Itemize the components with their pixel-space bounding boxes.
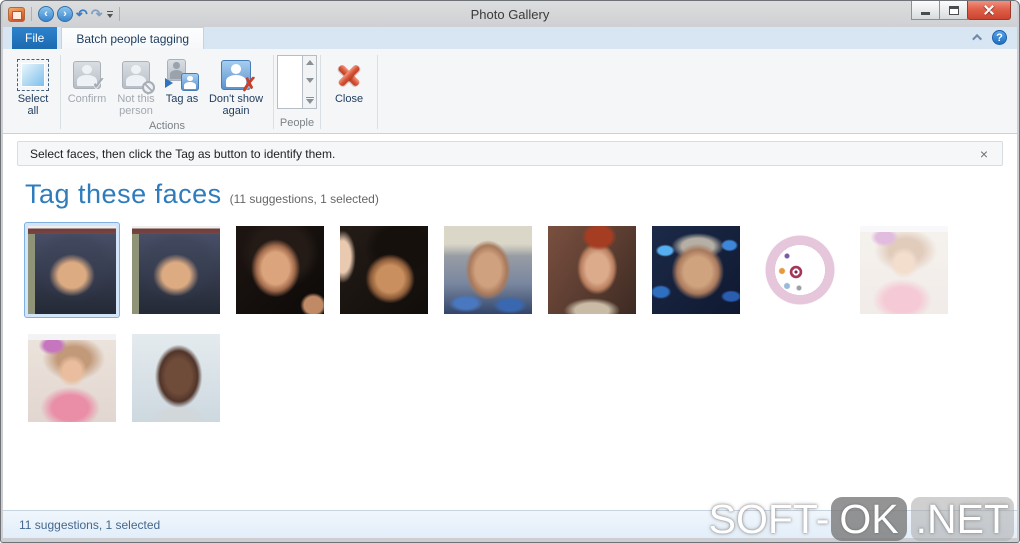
people-scrollbar[interactable]	[303, 55, 317, 109]
face-thumbnail[interactable]	[24, 330, 120, 426]
confirm-icon: ✓	[73, 61, 106, 93]
select-all-label: Select all	[17, 93, 49, 117]
face-image-girl-pink-faded	[860, 226, 948, 314]
dont-show-again-button[interactable]: ✗ Don't show again	[202, 53, 270, 119]
face-image-two-women-smiling	[340, 226, 428, 314]
ribbon-separator	[273, 55, 274, 129]
status-text: 11 suggestions, 1 selected	[19, 517, 161, 532]
face-thumbnail[interactable]	[648, 222, 744, 318]
not-this-person-button[interactable]: Not this person	[110, 53, 162, 119]
face-thumbnail[interactable]	[440, 222, 536, 318]
help-icon[interactable]: ?	[992, 30, 1007, 45]
face-image-smiling-woman-dark-bg	[236, 226, 324, 314]
ribbon: Select all ✓ Confirm Not this person Tag…	[3, 49, 1017, 134]
scroll-up-icon[interactable]	[305, 60, 314, 65]
scroll-more-icon[interactable]	[305, 96, 314, 104]
dont-show-again-label: Don't show again	[208, 93, 264, 117]
ribbon-group-actions: ✓ Confirm Not this person Tag as ✗ Don't…	[64, 53, 270, 133]
faces-grid	[3, 210, 963, 426]
face-thumbnail[interactable]	[24, 222, 120, 318]
select-all-icon	[17, 59, 49, 91]
confirm-button[interactable]: ✓ Confirm	[64, 53, 110, 107]
ribbon-separator	[60, 55, 61, 129]
maximize-icon	[948, 5, 959, 15]
tab-file[interactable]: File	[12, 27, 58, 49]
ribbon-tab-strip: File Batch people tagging ?	[3, 27, 1017, 49]
close-red-x-icon	[335, 61, 363, 89]
face-thumbnail[interactable]	[856, 222, 952, 318]
window-title: Photo Gallery	[470, 6, 550, 22]
scroll-down-icon[interactable]	[305, 78, 314, 84]
tag-as-icon	[165, 59, 199, 91]
select-all-button[interactable]: Select all	[9, 53, 57, 119]
window-controls	[911, 1, 1011, 20]
ribbon-separator	[377, 55, 378, 129]
face-image-bald-man-looking-up	[132, 334, 220, 422]
watermark-part1: SOFT-	[708, 496, 830, 542]
face-image-girl-pink	[28, 334, 116, 422]
page-title: Tag these faces	[25, 179, 222, 209]
face-image-woman-dark-hair-filmstrip	[28, 226, 116, 314]
dont-show-again-icon: ✗	[221, 60, 257, 96]
face-image-older-man-glasses	[652, 226, 740, 314]
page-subtitle: (11 suggestions, 1 selected)	[229, 192, 379, 206]
people-group-label: People	[279, 117, 315, 129]
watermark-part3: .NET	[910, 497, 1014, 541]
ribbon-group-select: Select all	[9, 53, 57, 133]
minimize-button[interactable]	[911, 1, 940, 20]
face-thumbnail[interactable]	[128, 330, 224, 426]
close-icon	[983, 4, 995, 16]
face-thumbnail[interactable]	[336, 222, 432, 318]
info-bar-message: Select faces, then click the Tag as butt…	[30, 146, 336, 161]
not-this-person-label: Not this person	[117, 93, 155, 117]
watermark-part2: OK	[831, 497, 907, 541]
face-thumbnail[interactable]	[752, 222, 848, 318]
ribbon-separator	[320, 55, 321, 129]
close-window-button[interactable]	[967, 1, 1011, 20]
confirm-label: Confirm	[67, 93, 107, 105]
face-image-red-haired-woman	[548, 226, 636, 314]
ribbon-group-people: People	[277, 53, 317, 133]
people-listbox[interactable]	[277, 55, 317, 109]
minimize-ribbon-icon[interactable]	[972, 33, 983, 44]
photo-gallery-window: ‹ › ↶ ↷ Photo Gallery File Batch people …	[0, 0, 1020, 543]
close-label: Close	[334, 93, 364, 105]
info-bar: Select faces, then click the Tag as butt…	[17, 141, 1003, 166]
minimize-icon	[921, 11, 930, 15]
not-this-person-icon	[122, 61, 155, 94]
tag-as-button[interactable]: Tag as	[162, 53, 202, 107]
close-tagging-button[interactable]: Close	[324, 53, 374, 107]
face-image-man-looking-up	[444, 226, 532, 314]
tag-as-label: Tag as	[165, 93, 199, 105]
tab-batch-people-tagging[interactable]: Batch people tagging	[61, 27, 205, 49]
people-list[interactable]	[277, 55, 303, 109]
face-thumbnail[interactable]	[232, 222, 328, 318]
watermark: SOFT- OK .NET	[709, 497, 1014, 541]
face-thumbnail[interactable]	[544, 222, 640, 318]
info-bar-close-icon[interactable]: ×	[978, 147, 990, 161]
face-image-woman-dark-hair-filmstrip-2	[132, 226, 220, 314]
ribbon-group-close: Close	[324, 53, 374, 133]
titlebar: ‹ › ↶ ↷ Photo Gallery	[3, 1, 1017, 27]
face-thumbnail[interactable]	[128, 222, 224, 318]
maximize-button[interactable]	[939, 1, 968, 20]
main-content: Select faces, then click the Tag as butt…	[3, 134, 1017, 510]
face-image-pink-circle-diagram	[756, 226, 844, 314]
